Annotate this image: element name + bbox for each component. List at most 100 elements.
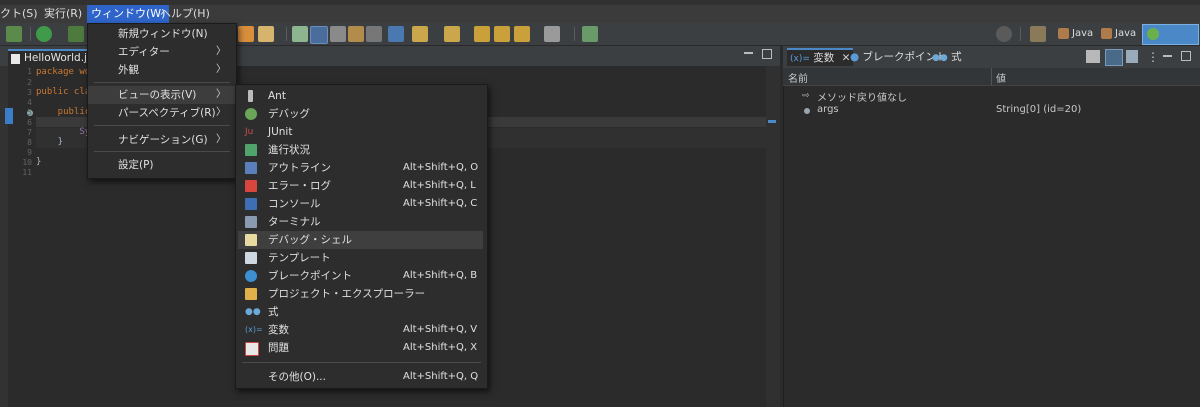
table-row[interactable]: args String[0] (id=20) (783, 103, 1200, 119)
next-annotation-icon[interactable] (412, 26, 428, 42)
menu-run[interactable]: 実行(R) (40, 5, 86, 23)
view-other[interactable]: その他(O)... Alt+Shift+Q, Q (238, 368, 483, 386)
editor-tab-helloworld[interactable]: HelloWorld.ja (8, 49, 93, 68)
java-perspective-button-2[interactable]: Java (1101, 25, 1136, 43)
variables-table-header: 名前 値 (783, 68, 1200, 86)
menu-item-label: プロジェクト・エクスプローラー (268, 288, 426, 300)
menu-bar: クト(S) 実行(R) ウィンドウ(W) ヘルプ(H) (0, 5, 1200, 23)
last-edit-icon[interactable] (514, 26, 530, 42)
view-error-log[interactable]: エラー・ログ Alt+Shift+Q, L (238, 177, 483, 195)
menu-preferences[interactable]: 設定(P) (88, 156, 236, 174)
java-perspective-button[interactable]: Java (1058, 25, 1093, 43)
view-junit[interactable]: Ju JUnit (238, 123, 483, 141)
menu-navigation[interactable]: ナビゲーション(G) 〉 (88, 131, 236, 149)
run-icon[interactable] (36, 26, 52, 42)
code-line: } (36, 157, 42, 167)
show-type-names-icon[interactable] (1086, 50, 1100, 63)
menu-item-label: エラー・ログ (268, 180, 331, 192)
view-breakpoints[interactable]: ブレークポイント Alt+Shift+Q, B (238, 267, 483, 285)
table-row[interactable]: ⇨ メソッド戻り値なし (783, 88, 1200, 104)
menu-editor[interactable]: エディター 〉 (88, 43, 236, 61)
progress-icon (245, 144, 257, 156)
column-value[interactable]: 値 (996, 70, 1006, 85)
prev-annotation-icon[interactable] (444, 26, 460, 42)
view-debug[interactable]: デバッグ (238, 105, 483, 123)
menu-project[interactable]: クト(S) (0, 5, 42, 23)
code-line: public cla (36, 87, 91, 97)
code-line: } (36, 137, 64, 147)
menu-item-label: ビューの表示(V) (118, 89, 197, 101)
external-tools-icon[interactable] (68, 26, 84, 42)
collapse-all-icon[interactable] (1126, 50, 1138, 63)
menu-item-label: その他(O)... (268, 371, 326, 383)
tab-variables-label: 変数 (813, 52, 835, 64)
view-outline[interactable]: アウトライン Alt+Shift+Q, O (238, 159, 483, 177)
view-ant[interactable]: Ant (238, 87, 483, 105)
block-selection-icon[interactable] (348, 26, 364, 42)
view-project-explorer[interactable]: プロジェクト・エクスプローラー (238, 285, 483, 303)
column-name[interactable]: 名前 (788, 70, 808, 85)
java-perspective-label: Java (1072, 28, 1094, 39)
toolbar-separator (30, 27, 31, 41)
pin-editor-icon[interactable] (582, 26, 598, 42)
maximize-icon[interactable] (762, 49, 772, 59)
tab-variables[interactable]: (x)= 変数 ✕ (787, 48, 854, 66)
back-icon[interactable] (474, 26, 490, 42)
menu-help[interactable]: ヘルプ(H) (156, 5, 214, 23)
menu-item-label: ナビゲーション(G) (118, 134, 208, 146)
tab-expressions[interactable]: ●● 式 (932, 49, 962, 65)
pilcrow-icon[interactable] (388, 26, 404, 42)
view-variables[interactable]: (x)= 変数 Alt+Shift+Q, V (238, 321, 483, 339)
code-line: Sy (36, 127, 91, 137)
view-debug-shell[interactable]: デバッグ・シェル (238, 231, 483, 249)
show-whitespace-icon[interactable] (366, 26, 382, 42)
forward-icon[interactable] (494, 26, 510, 42)
menu-separator (94, 125, 230, 126)
debug-icon[interactable] (6, 26, 22, 42)
mark-occurrences-icon[interactable] (310, 26, 328, 44)
menu-show-view[interactable]: ビューの表示(V) 〉 (88, 86, 236, 104)
debug-perspective-button[interactable] (1142, 24, 1199, 45)
menu-separator (94, 151, 230, 152)
menu-item-shortcut: Alt+Shift+Q, B (403, 270, 478, 281)
menu-separator (94, 82, 230, 83)
maximize-icon[interactable] (1181, 51, 1191, 61)
menu-perspective[interactable]: パースペクティブ(R) 〉 (88, 104, 236, 122)
word-wrap-icon[interactable] (330, 26, 346, 42)
menu-separator (242, 362, 481, 363)
line-number: 9 (27, 148, 32, 157)
view-templates[interactable]: テンプレート (238, 249, 483, 267)
minimize-icon[interactable] (1163, 55, 1172, 57)
menu-item-shortcut: Alt+Shift+Q, C (403, 198, 478, 209)
menu-appearance[interactable]: 外観 〉 (88, 61, 236, 79)
menu-new-window[interactable]: 新規ウィンドウ(N) (88, 25, 236, 43)
java-perspective-label: Java (1115, 28, 1137, 39)
line-number: 7 (27, 128, 32, 137)
menu-item-label: Ant (268, 90, 286, 102)
debug-marker-icon (5, 108, 13, 124)
view-menu-icon[interactable]: ⋮ (1147, 50, 1159, 64)
line-number: 1 (27, 67, 32, 76)
forward-history-icon[interactable] (544, 26, 560, 42)
search-tool-icon[interactable] (258, 26, 274, 42)
minimize-icon[interactable] (744, 52, 753, 54)
annotation-icon[interactable] (292, 26, 308, 42)
junit-icon: Ju (245, 127, 254, 137)
variables-tab-bar: (x)= 変数 ✕ ● ブレークポイント ●● 式 ⋮ (783, 46, 1200, 68)
view-console[interactable]: コンソール Alt+Shift+Q, C (238, 195, 483, 213)
column-divider[interactable] (991, 68, 992, 85)
view-terminal[interactable]: ターミナル (238, 213, 483, 231)
local-variable-icon (804, 108, 810, 114)
open-type-icon[interactable] (238, 26, 254, 42)
error-log-icon (245, 180, 257, 192)
view-problems[interactable]: 問題 Alt+Shift+Q, X (238, 339, 483, 357)
view-progress[interactable]: 進行状況 (238, 141, 483, 159)
view-expressions[interactable]: ●● 式 (238, 303, 483, 321)
debug-icon (245, 108, 257, 120)
show-logical-structure-icon[interactable] (1105, 49, 1123, 66)
debug-shell-icon (245, 234, 257, 246)
search-icon[interactable] (996, 26, 1012, 42)
menu-item-label: コンソール (268, 198, 321, 210)
overview-marker[interactable] (768, 120, 776, 123)
open-perspective-icon[interactable] (1030, 26, 1046, 42)
